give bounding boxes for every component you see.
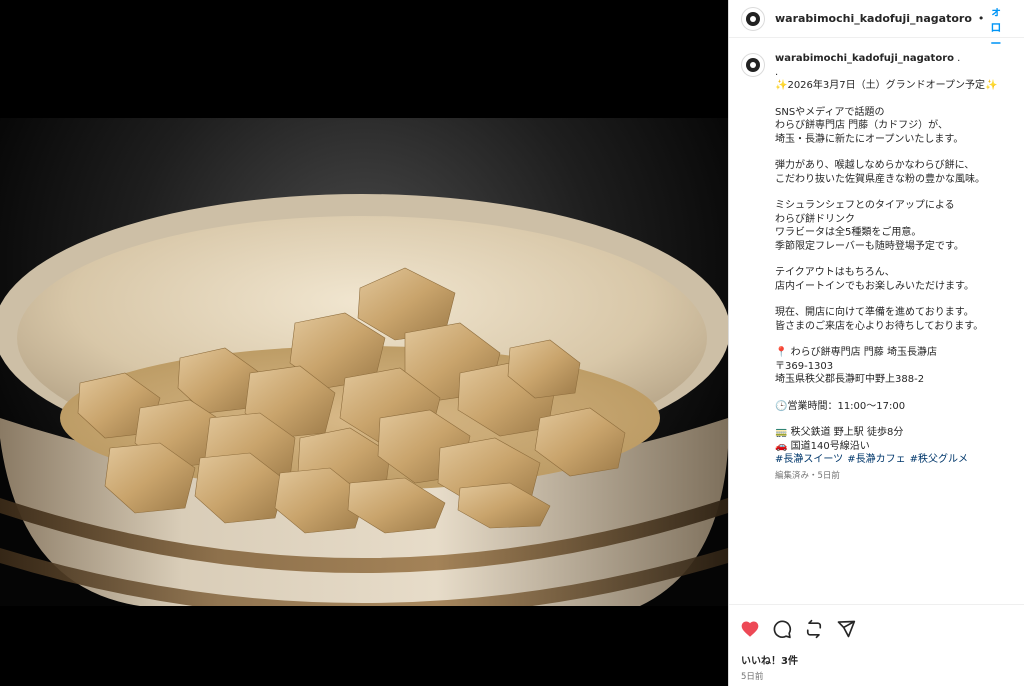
- share-button[interactable]: [835, 618, 857, 640]
- caption-line: SNSやメディアで話題の: [775, 106, 885, 118]
- comment-button[interactable]: [771, 618, 793, 640]
- caption-line: こだわり抜いた佐賀県産きな粉の豊かな風味。: [775, 173, 985, 185]
- share-icon: [837, 620, 856, 637]
- caption-row: warabimochi_kadofuji_nagatoro . . ✨2026年3…: [741, 52, 1012, 483]
- hashtag-link[interactable]: #長瀞カフェ: [847, 454, 905, 465]
- caption-body: warabimochi_kadofuji_nagatoro . . ✨2026年3…: [775, 52, 1011, 483]
- caption-line: 埼玉・長瀞に新たにオープンいたします。: [775, 133, 964, 145]
- caption-line: 🕒営業時間：11:00〜17:00: [775, 400, 906, 412]
- post-photo[interactable]: [0, 118, 728, 606]
- caption-line: わらび餅専門店 門藤（カドフジ）が、: [775, 120, 948, 131]
- caption-line: 季節限定フレーバーも随時登場予定です。: [775, 240, 964, 252]
- warabimochi-bowl-image: [0, 194, 728, 606]
- hashtag-list: #長瀞スイーツ #長瀞カフェ #秩父グルメ: [775, 453, 1011, 467]
- avatar[interactable]: [741, 6, 765, 31]
- caption-line: 🚗 国道140号線沿い: [775, 440, 870, 452]
- caption-area: warabimochi_kadofuji_nagatoro . . ✨2026年3…: [729, 38, 1024, 604]
- post-header: warabimochi_kadofuji_nagatoro • フォロー: [729, 0, 1024, 50]
- header-username[interactable]: warabimochi_kadofuji_nagatoro: [775, 12, 972, 25]
- caption-line: 現在、開店に向けて準備を進めております。: [775, 307, 974, 318]
- caption-line: わらび餅ドリンク: [775, 213, 855, 225]
- heart-icon: [741, 621, 759, 637]
- caption-line: ワラビータは全5種類をご用意。: [775, 227, 922, 238]
- caption-line: 🚃 秩父鉄道 野上駅 徒歩8分: [775, 427, 904, 438]
- action-bar: [729, 604, 1024, 652]
- caption-line: テイクアウトはもちろん、: [775, 267, 895, 278]
- post-side-panel: warabimochi_kadofuji_nagatoro • フォロー war…: [728, 0, 1024, 686]
- caption-line: 〒369-1303: [775, 360, 834, 372]
- caption-line: 弾力があり、喉越しなめらかなわらび餅に、: [775, 160, 975, 171]
- like-button[interactable]: [739, 618, 761, 640]
- repost-icon: [806, 619, 822, 638]
- header-separator: •: [977, 12, 985, 25]
- like-count[interactable]: いいね！3件: [729, 652, 1024, 668]
- caption-line: 埼玉県秩父郡長瀞町中野上388-2: [775, 374, 925, 385]
- post-viewer: warabimochi_kadofuji_nagatoro • フォロー war…: [0, 0, 1024, 686]
- caption-line: ミシュランシェフとのタイアップによる: [775, 200, 955, 211]
- caption-username-suffix: .: [954, 53, 961, 64]
- edited-timestamp: 編集済み・5日前: [775, 470, 840, 481]
- caption-line: 📍 わらび餅専門店 門藤 埼玉長瀞店: [775, 347, 937, 358]
- caption-avatar[interactable]: [741, 53, 765, 77]
- caption-line: .: [775, 66, 779, 78]
- post-time-ago: 5日前: [741, 672, 764, 682]
- hashtag-link[interactable]: #秩父グルメ: [910, 454, 968, 465]
- caption-line: ✨2026年3月7日（土）グランドオープン予定✨: [775, 80, 998, 91]
- hashtag-link[interactable]: #長瀞スイーツ: [775, 454, 843, 465]
- caption-line: 店内イートインでもお楽しみいただけます。: [775, 280, 974, 292]
- caption-username-line: warabimochi_kadofuji_nagatoro .: [775, 52, 1011, 66]
- comment-icon: [773, 620, 792, 638]
- caption-username[interactable]: warabimochi_kadofuji_nagatoro: [775, 53, 954, 64]
- post-media-pane: [0, 0, 728, 686]
- repost-button[interactable]: [803, 618, 825, 640]
- caption-line: 皆さまのご来店を心よりお待ちしております。: [775, 320, 984, 332]
- caption-text: . ✨2026年3月7日（土）グランドオープン予定✨ SNSやメディアで話題の わらび…: [775, 66, 1011, 454]
